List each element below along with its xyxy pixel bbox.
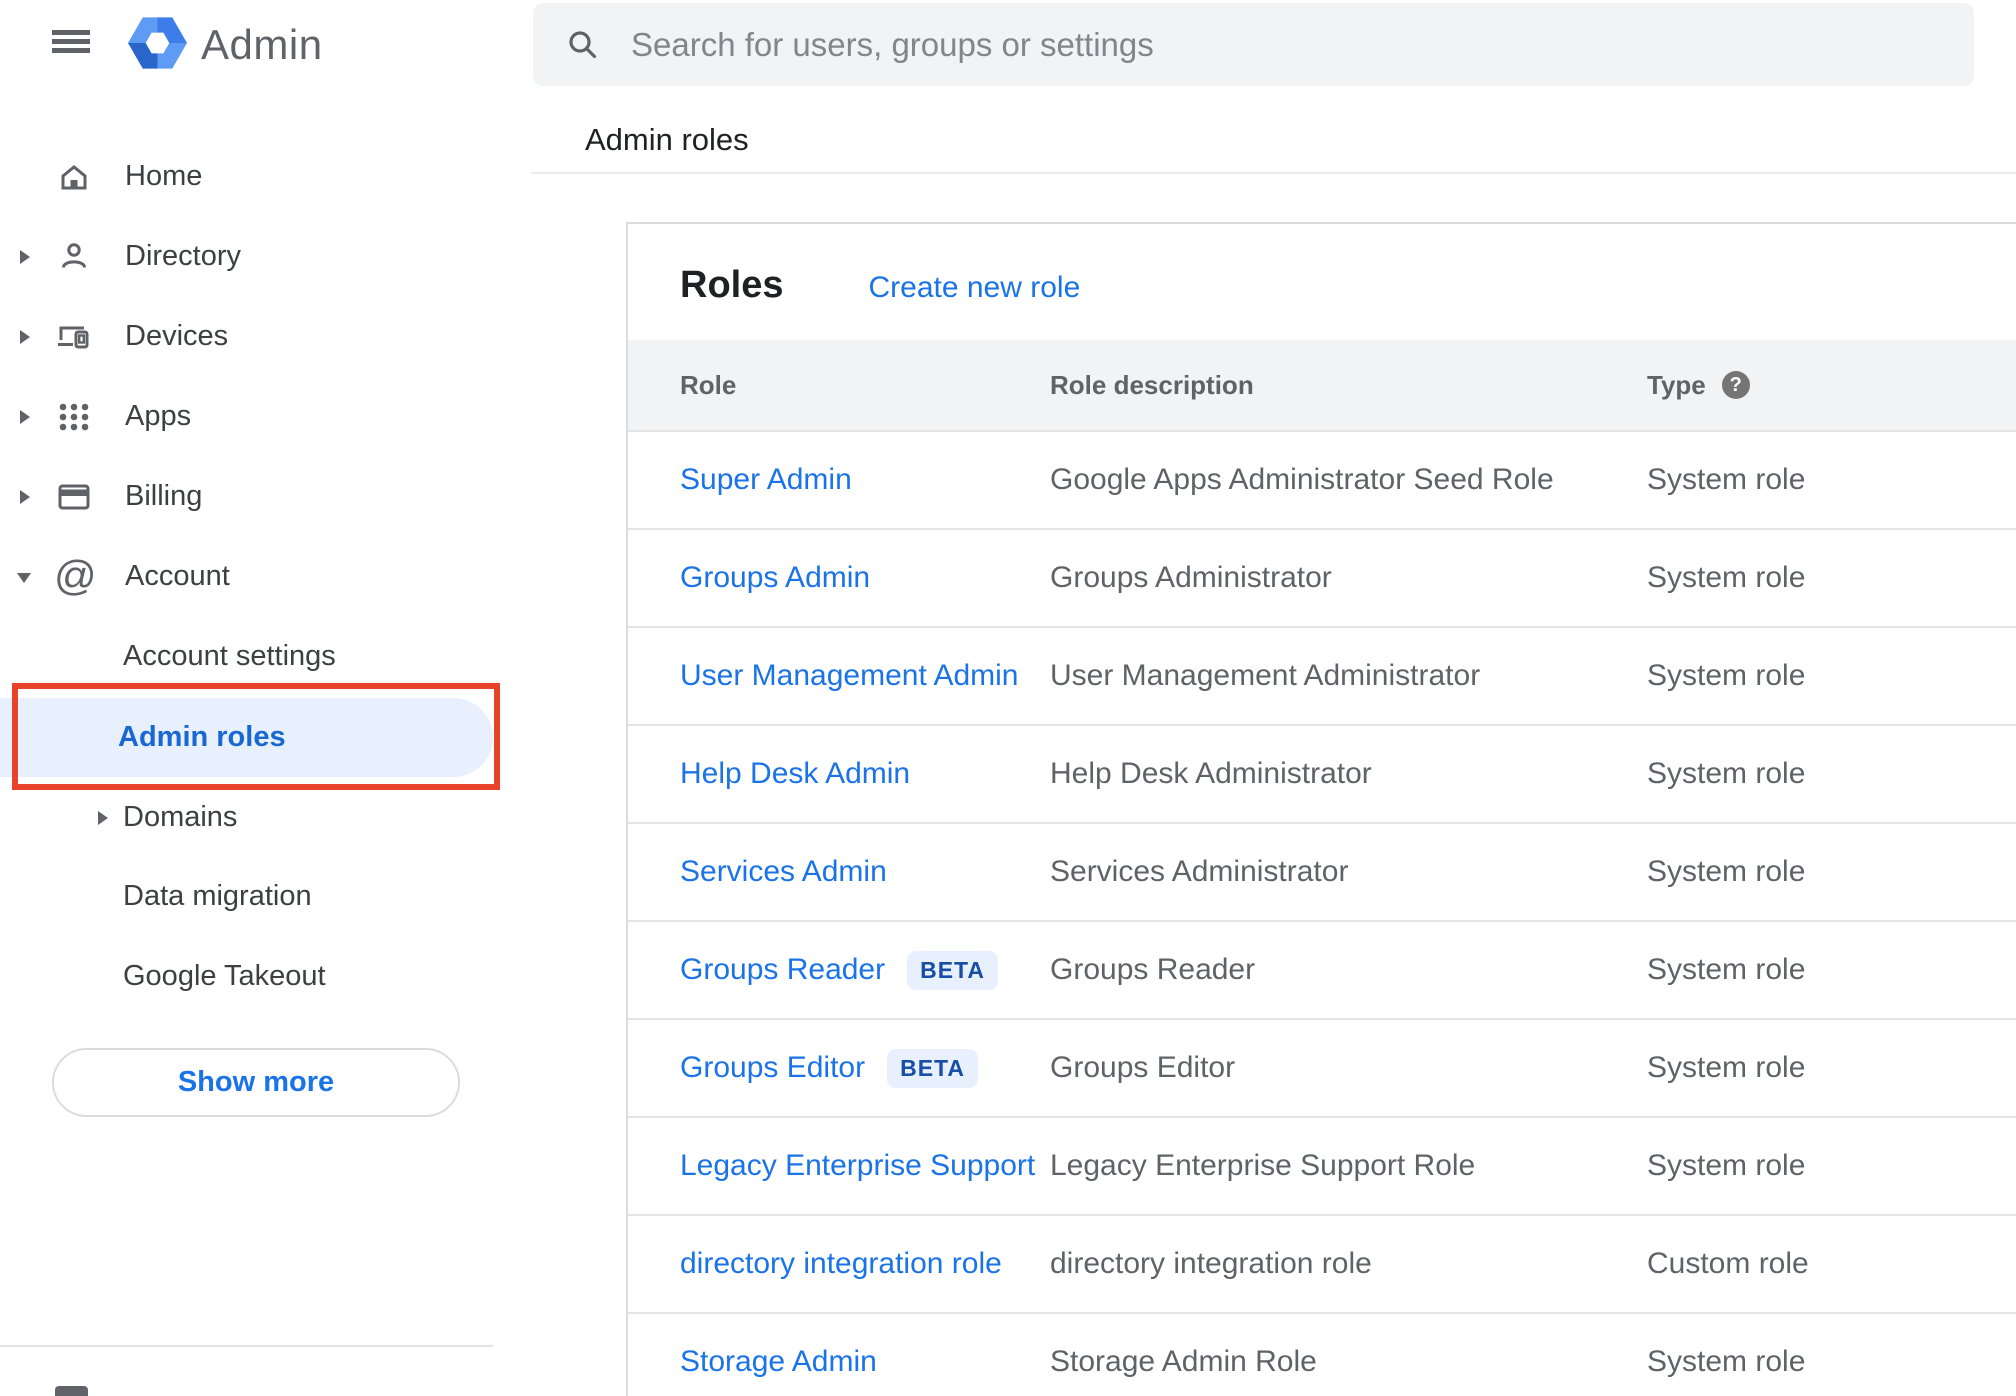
role-description: Google Apps Administrator Seed Role — [1050, 463, 1554, 496]
partial-bottom-icon — [55, 1386, 88, 1396]
role-description: Legacy Enterprise Support Role — [1050, 1149, 1476, 1182]
role-type: System role — [1647, 659, 1806, 692]
role-type: System role — [1647, 1051, 1806, 1084]
role-description: Services Administrator — [1050, 855, 1349, 888]
search-icon — [565, 27, 601, 63]
role-link[interactable]: Storage Admin — [680, 1345, 877, 1379]
role-description: Groups Editor — [1050, 1051, 1236, 1084]
sidebar-item-google-takeout[interactable]: Google Takeout — [0, 937, 514, 1017]
sidebar-item-label: Account — [125, 559, 230, 592]
table-row: Help Desk Admin Help Desk Administrator … — [628, 726, 2016, 824]
sidebar-item-label: Domains — [123, 800, 238, 833]
sidebar-item-label: Billing — [125, 479, 203, 512]
sidebar-item-label: Apps — [125, 399, 192, 432]
column-header-role: Role — [680, 369, 737, 400]
beta-badge: BETA — [907, 950, 999, 990]
devices-icon — [56, 319, 92, 355]
table-row: Services Admin Services Administrator Sy… — [628, 824, 2016, 922]
sidebar: Admin Home Directory Devices Apps Billin… — [0, 0, 514, 1396]
table-row: Super Admin Google Apps Administrator Se… — [628, 432, 2016, 530]
role-link[interactable]: Groups Editor — [680, 1051, 865, 1085]
help-icon[interactable]: ? — [1721, 371, 1750, 399]
role-type: System role — [1647, 757, 1806, 790]
table-row: Groups Editor BETA Groups Editor System … — [628, 1020, 2016, 1118]
role-link[interactable]: Help Desk Admin — [680, 757, 910, 791]
role-link[interactable]: directory integration role — [680, 1247, 1002, 1281]
content-divider — [531, 172, 2016, 174]
home-icon — [56, 159, 92, 195]
roles-card: Roles Create new role Role Role descript… — [626, 222, 2016, 1396]
sidebar-item-label: Admin roles — [118, 720, 286, 753]
role-link[interactable]: Legacy Enterprise Support — [680, 1149, 1035, 1183]
table-row: Groups Reader BETA Groups Reader System … — [628, 922, 2016, 1020]
table-row: User Management Admin User Management Ad… — [628, 628, 2016, 726]
column-header-type: Type ? — [1647, 370, 2016, 401]
role-description: directory integration role — [1050, 1247, 1372, 1280]
role-description: User Management Administrator — [1050, 659, 1481, 692]
chevron-right-icon[interactable] — [20, 330, 30, 344]
chevron-right-icon[interactable] — [20, 410, 30, 424]
table-row: directory integration role directory int… — [628, 1216, 2016, 1314]
sidebar-item-label: Google Takeout — [123, 959, 326, 992]
search-bar[interactable] — [533, 3, 1974, 86]
sidebar-item-label: Account settings — [123, 639, 336, 672]
logo-text: Admin — [201, 21, 323, 68]
column-header-role-description: Role description — [1050, 369, 1254, 400]
sidebar-item-directory[interactable]: Directory — [0, 217, 514, 297]
role-link[interactable]: User Management Admin — [680, 659, 1019, 693]
sidebar-item-data-migration[interactable]: Data migration — [0, 857, 514, 937]
role-type: Custom role — [1647, 1247, 1809, 1280]
billing-card-icon — [56, 479, 92, 515]
role-type: System role — [1647, 463, 1806, 496]
sidebar-item-label: Devices — [125, 319, 229, 352]
show-more-button[interactable]: Show more — [52, 1048, 460, 1117]
admin-logo-icon — [128, 16, 187, 75]
roles-card-header: Roles Create new role — [628, 224, 2016, 340]
role-link[interactable]: Groups Reader — [680, 953, 885, 987]
sidebar-item-domains[interactable]: Domains — [0, 778, 514, 858]
breadcrumb: Admin roles — [585, 122, 749, 157]
sidebar-item-admin-roles[interactable]: Admin roles — [0, 698, 493, 777]
role-type: System role — [1647, 953, 1806, 986]
page-title: Roles — [680, 264, 784, 306]
apps-grid-icon — [56, 399, 92, 435]
role-description: Groups Administrator — [1050, 561, 1332, 594]
chevron-right-icon[interactable] — [98, 811, 108, 825]
menu-icon[interactable] — [52, 30, 90, 53]
sidebar-item-label: Data migration — [123, 879, 312, 912]
create-new-role-link[interactable]: Create new role — [868, 273, 1080, 303]
role-link[interactable]: Super Admin — [680, 463, 852, 497]
role-type: System role — [1647, 1149, 1806, 1182]
table-row: Storage Admin Storage Admin Role System … — [628, 1314, 2016, 1396]
beta-badge: BETA — [887, 1048, 978, 1088]
admin-logo[interactable]: Admin — [128, 16, 323, 75]
chevron-right-icon[interactable] — [20, 250, 30, 264]
chevron-down-icon[interactable] — [17, 573, 31, 583]
table-row: Legacy Enterprise Support Legacy Enterpr… — [628, 1118, 2016, 1216]
role-description: Help Desk Administrator — [1050, 757, 1372, 790]
sidebar-item-billing[interactable]: Billing — [0, 457, 514, 537]
search-input[interactable] — [631, 25, 1974, 64]
sidebar-item-apps[interactable]: Apps — [0, 377, 514, 457]
role-link[interactable]: Groups Admin — [680, 561, 870, 595]
person-icon — [56, 239, 92, 275]
at-icon: @ — [54, 552, 97, 599]
role-type: System role — [1647, 855, 1806, 888]
chevron-right-icon[interactable] — [20, 490, 30, 504]
role-description: Groups Reader — [1050, 953, 1256, 986]
table-header: Role Role description Type ? — [628, 340, 2016, 432]
table-row: Groups Admin Groups Administrator System… — [628, 530, 2016, 628]
sidebar-item-account-settings[interactable]: Account settings — [0, 617, 514, 697]
sidebar-item-devices[interactable]: Devices — [0, 297, 514, 377]
sidebar-item-home[interactable]: Home — [0, 137, 514, 217]
role-description: Storage Admin Role — [1050, 1345, 1317, 1378]
sidebar-item-label: Directory — [125, 239, 242, 272]
role-link[interactable]: Services Admin — [680, 855, 887, 889]
sidebar-item-label: Home — [125, 159, 203, 192]
sidebar-item-account[interactable]: @ Account — [0, 537, 514, 617]
role-type: System role — [1647, 561, 1806, 594]
show-more-label: Show more — [177, 1066, 335, 1098]
role-type: System role — [1647, 1345, 1806, 1378]
sidebar-divider — [0, 1345, 493, 1347]
